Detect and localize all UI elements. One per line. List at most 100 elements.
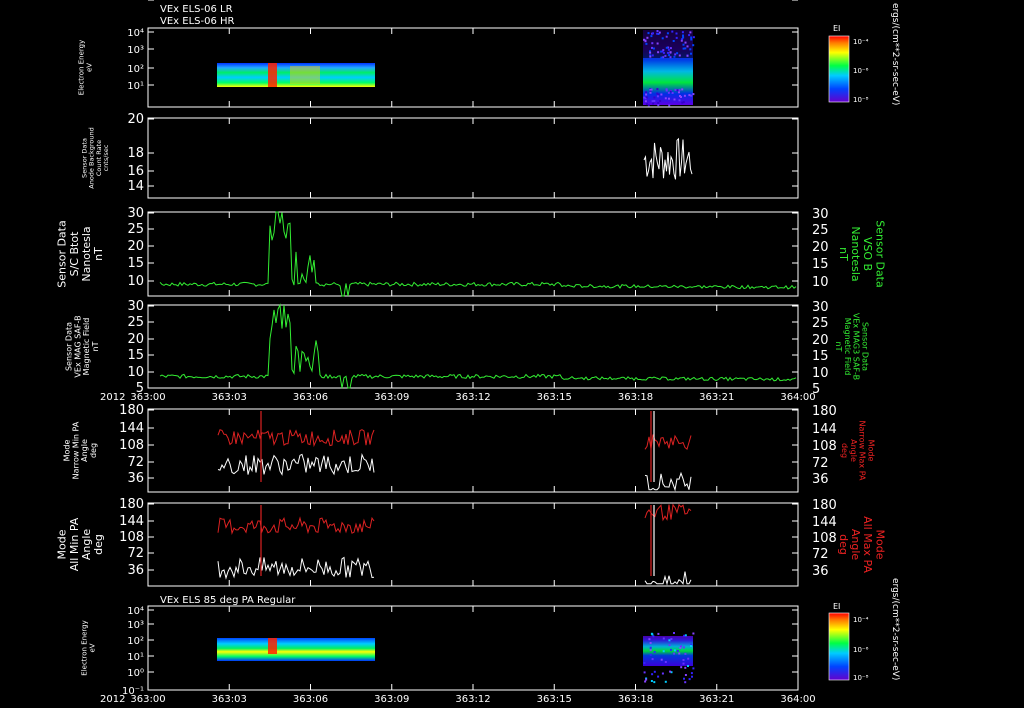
ylabel-line-spectrogram-top-1: eV — [85, 63, 93, 72]
spectrogram-bottom-hotspot — [268, 638, 277, 654]
spectrogram-top-speck-low-20 — [678, 89, 681, 92]
spectrogram-bottom-speck-47 — [650, 632, 653, 635]
spectrogram-bottom-speck-41 — [684, 674, 687, 676]
spectrogram-bottom-speck-18 — [684, 666, 687, 669]
ylabel-line-mag-saf-b-0: Sensor Data — [65, 322, 74, 371]
ytick-label-anode-background-4: 12 — [127, 0, 144, 4]
ylabel-line-sc-bmag-1: S/C Btot — [68, 231, 81, 276]
ylabel-line-narrow-pa-1: Narrow Min PA — [71, 421, 80, 479]
colorbar-bottom-gradient — [828, 612, 850, 681]
ytick-label-anode-background-1: 18 — [127, 146, 144, 161]
spectrogram-bottom-speck-16 — [682, 659, 685, 661]
right-label-sc-bmag: Sensor DataVSO BNanoteslanT — [837, 220, 886, 287]
spectrogram-top-speck-low-0 — [678, 91, 680, 94]
ylabel-line-sc-bmag-0: Sensor Data — [56, 220, 69, 287]
spectrogram-bottom-speck-15 — [673, 632, 675, 634]
spectrogram-bottom-speck-22 — [653, 681, 656, 684]
spectrogram-top-speck-low-31 — [645, 96, 648, 99]
spectrogram-top-speck-51 — [658, 31, 661, 34]
spectrogram-top-speck-24 — [672, 40, 675, 42]
spectrogram-top-speck-6 — [651, 54, 654, 57]
spectrogram-top-speck-low-37 — [653, 96, 656, 99]
colorbar-top-tick-3: 10⁻⁸ — [853, 96, 869, 104]
ytick-label-spectrogram-bottom-1: 10³ — [127, 620, 144, 631]
ytick-label-spectrogram-bottom-3: 10¹ — [127, 652, 144, 663]
spectrogram-top-speck-low-34 — [656, 88, 659, 91]
spectrogram-bottom-speck-21 — [657, 675, 660, 678]
spectrogram-top-speck-54 — [674, 53, 677, 56]
spectrogram-top-speck-low-14 — [671, 92, 674, 94]
ytick-right-label-mag-saf-b-4: 10 — [812, 366, 829, 381]
spectrogram-top-speck-23 — [667, 51, 669, 54]
spectrogram-top-speck-low-49 — [656, 92, 659, 95]
ytick-label-anode-background-3: 14 — [127, 179, 144, 194]
ytick-label-mag-saf-b-2: 20 — [127, 332, 144, 347]
spectrogram-top-speck-20 — [665, 35, 668, 38]
spectrogram-bottom-speck-55 — [643, 671, 646, 674]
ylabel-line-mag-saf-b-2: Magnetic Field — [82, 318, 91, 376]
right-label-line-mag-saf-b-0: Sensor Data — [860, 322, 869, 371]
ylabel-mag-saf-b: Sensor Data VEx MAG SAF-B Magnetic Field nT — [65, 315, 100, 377]
ylabel-line-all-pa-2: Angle — [80, 529, 93, 561]
spectrogram-top-speck-low-16 — [652, 102, 655, 105]
time-axis-year-0: 2012 — [100, 392, 125, 403]
spectrogram-bottom-speck-48 — [690, 645, 692, 647]
spectrogram-top-speck-55 — [643, 38, 645, 41]
spectrogram-bottom-speck-39 — [684, 681, 687, 684]
ylabel-sc-bmag: Sensor Data S/C Btot Nanotesla nT — [56, 220, 105, 287]
right-label-line-mag-saf-b-3: nT — [834, 342, 843, 352]
ytick-label-spectrogram-top-0: 10⁴ — [127, 28, 144, 39]
ytick-right-label-narrow-pa-2: 108 — [812, 439, 837, 454]
right-label-line-narrow-pa-1: Narrow Max PA — [858, 421, 867, 482]
spectrogram-top-speck-low-48 — [644, 100, 647, 103]
ytick-right-label-all-pa-1: 144 — [812, 515, 837, 530]
spectrogram-top-speck-low-45 — [651, 100, 654, 103]
spectrogram-bottom-speck-50 — [651, 673, 654, 676]
spectrogram-top-speck-46 — [669, 56, 672, 59]
spectrogram-top-speck-48 — [692, 44, 695, 47]
spectrogram-bottom-speck-7 — [643, 662, 646, 664]
ytick-label-anode-background-2: 16 — [127, 164, 144, 179]
ylabel-anode-background: Sensor Data Anode Background Count Rate cnt… — [81, 127, 110, 189]
spectrogram-bottom-speck-6 — [682, 646, 685, 649]
ytick-label-sc-bmag-2: 20 — [127, 239, 144, 254]
ytick-right-label-all-pa-0: 180 — [812, 498, 837, 513]
panel-frame-narrow-pa — [147, 408, 799, 493]
spectrogram-bottom-speck-23 — [661, 672, 664, 675]
right-label-line-all-pa-3: deg — [837, 534, 850, 555]
ylabel-line-all-pa-3: deg — [92, 534, 105, 555]
ytick-right-label-sc-bmag-2: 20 — [812, 240, 829, 255]
ytick-label-narrow-pa-3: 72 — [127, 455, 144, 470]
spectrogram-top-warm — [290, 66, 320, 84]
spectrogram-bottom-speck-12 — [660, 658, 663, 661]
spectrogram-top-speck-62 — [688, 34, 691, 37]
spectrogram-bottom-speck-52 — [645, 678, 648, 681]
ylabel-line-mag-saf-b-1: VEx MAG SAF-B — [73, 315, 82, 377]
spectrogram-top-speck-52 — [652, 47, 655, 50]
spectrogram-bottom-speck-51 — [664, 680, 667, 683]
ytick-label-all-pa-4: 36 — [127, 563, 144, 578]
spectrogram-top-speck-low-46 — [688, 94, 691, 97]
spectrogram-top-speck-61 — [682, 47, 685, 50]
panel-frame-safb — [147, 304, 799, 389]
ytick-right-label-all-pa-2: 108 — [812, 531, 837, 546]
ytick-label-narrow-pa-2: 108 — [119, 438, 144, 453]
spectrogram-top-speck-44 — [646, 36, 649, 39]
ytick-right-label-mag-saf-b-0: 30 — [812, 300, 829, 315]
spectrogram-top-speck-17 — [651, 46, 653, 49]
spectrogram-top-speck-low-2 — [645, 93, 648, 96]
right-label-line-all-pa-1: All Max PA — [861, 516, 874, 573]
right-label-line-narrow-pa-0: Mode — [866, 440, 875, 462]
time-tick-label-1-6: 363:18 — [618, 694, 653, 705]
spectrogram-top-speck-32 — [664, 54, 667, 57]
time-tick-label-0-7: 363:21 — [699, 392, 734, 403]
time-axis-year-1: 2012 — [100, 694, 125, 705]
spectrogram-bottom-data — [217, 636, 693, 666]
spectrogram-top-speck-68 — [660, 56, 663, 59]
spectrogram-top-speck-low-40 — [649, 91, 652, 94]
colorbar-top-unit: ergs/(cm**2-sr-sec-eV) — [890, 3, 900, 105]
spectrogram-top-speck-67 — [668, 54, 671, 57]
spectrogram-top-speck-low-27 — [682, 101, 685, 104]
spectrogram-top-speck-45 — [662, 56, 665, 59]
spectrogram-bottom-speck-37 — [649, 649, 652, 652]
